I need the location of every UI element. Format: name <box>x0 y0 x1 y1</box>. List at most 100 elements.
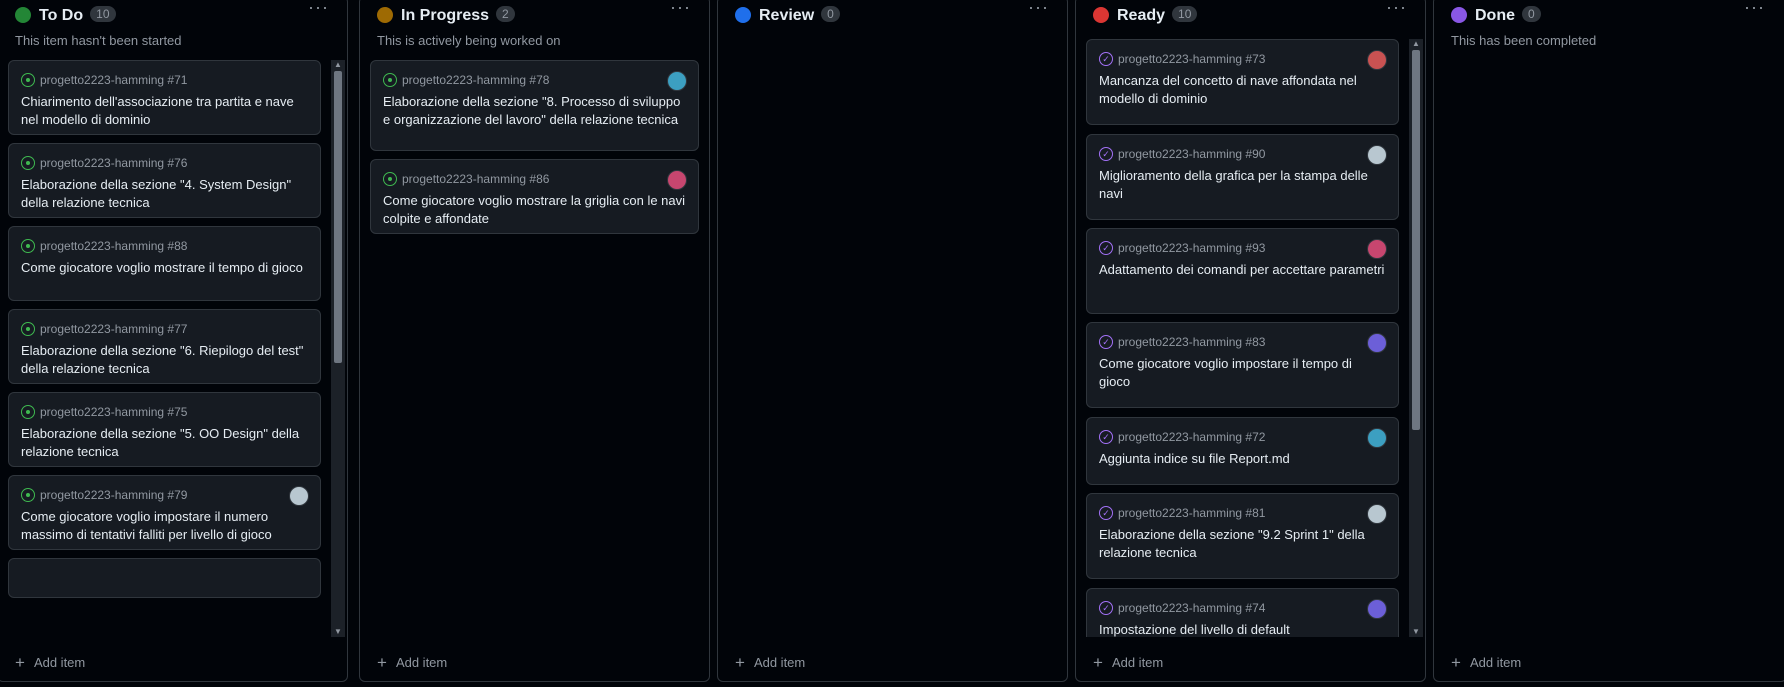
column-review: Review 0 ··· + Add item <box>717 0 1068 682</box>
issue-card[interactable]: progetto2223-hamming #86 Come giocatore … <box>370 159 699 234</box>
issue-title: Mancanza del concetto di nave affondata … <box>1099 73 1357 106</box>
column-in-progress: In Progress 2 ··· This is actively being … <box>359 0 710 682</box>
issue-card[interactable]: progetto2223-hamming #71 Chiarimento del… <box>8 60 321 135</box>
issue-title: Come giocatore voglio impostare il tempo… <box>1099 356 1352 389</box>
scroll-up-icon[interactable]: ▲ <box>1409 39 1423 49</box>
item-count-badge: 2 <box>496 6 515 22</box>
scroll-down-icon[interactable]: ▼ <box>1409 627 1423 637</box>
scroll-down-icon[interactable]: ▼ <box>331 627 345 637</box>
status-dot-icon <box>15 7 31 23</box>
issue-card[interactable]: progetto2223-hamming #77 Elaborazione de… <box>8 309 321 384</box>
card-list: ✓ progetto2223-hamming #73 Mancanza del c… <box>1086 39 1399 637</box>
item-count-badge: 10 <box>1172 6 1198 22</box>
plus-icon: + <box>377 652 387 672</box>
add-item-button[interactable]: + Add item <box>15 651 85 673</box>
issue-card[interactable]: progetto2223-hamming #76 Elaborazione de… <box>8 143 321 218</box>
assignee-avatar[interactable] <box>1367 428 1387 448</box>
card-list: progetto2223-hamming #71 Chiarimento del… <box>8 60 321 637</box>
open-issue-icon <box>21 239 35 253</box>
issue-card[interactable]: ✓ progetto2223-hamming #83 Come giocatore… <box>1086 322 1399 408</box>
column-menu-icon[interactable]: ··· <box>1386 0 1407 18</box>
column-title: Review 0 <box>759 6 840 25</box>
project-board: To Do 10 ··· This item hasn't been starte… <box>0 0 1784 687</box>
plus-icon: + <box>15 652 25 672</box>
issue-ref: progetto2223-hamming #76 <box>40 156 188 170</box>
issue-card[interactable]: ✓ progetto2223-hamming #72 Aggiunta indic… <box>1086 417 1399 485</box>
status-dot-icon <box>377 7 393 23</box>
column-menu-icon[interactable]: ··· <box>1744 0 1765 18</box>
add-item-button[interactable]: + Add item <box>1451 651 1521 673</box>
assignee-avatar[interactable] <box>1367 333 1387 353</box>
issue-ref: progetto2223-hamming #83 <box>1118 335 1266 349</box>
plus-icon: + <box>1451 652 1461 672</box>
issue-card[interactable]: progetto2223-hamming #79 Come giocatore … <box>8 475 321 550</box>
assignee-avatar[interactable] <box>1367 239 1387 259</box>
issue-ref: progetto2223-hamming #88 <box>40 239 188 253</box>
issue-card[interactable]: progetto2223-hamming #78 Elaborazione de… <box>370 60 699 151</box>
issue-card[interactable]: ✓ progetto2223-hamming #93 Adattamento de… <box>1086 228 1399 314</box>
plus-icon: + <box>735 652 745 672</box>
column-header: In Progress 2 ··· This is actively being … <box>360 0 709 57</box>
assignee-avatar[interactable] <box>1367 145 1387 165</box>
completed-issue-icon: ✓ <box>1099 147 1113 161</box>
item-count-badge: 0 <box>821 6 840 22</box>
add-item-button[interactable]: + Add item <box>735 651 805 673</box>
column-todo: To Do 10 ··· This item hasn't been starte… <box>0 0 348 682</box>
issue-ref: progetto2223-hamming #75 <box>40 405 188 419</box>
add-item-label: Add item <box>1469 654 1522 670</box>
issue-card[interactable]: progetto2223-hamming #75 Elaborazione de… <box>8 392 321 467</box>
issue-card[interactable]: ✓ progetto2223-hamming #90 Miglioramento … <box>1086 134 1399 220</box>
issue-title: Elaborazione della sezione "9.2 Sprint 1… <box>1099 527 1365 560</box>
column-done: Done 0 ··· This has been completed + Add i… <box>1433 0 1784 682</box>
assignee-avatar[interactable] <box>1367 504 1387 524</box>
issue-title: Come giocatore voglio mostrare la grigli… <box>383 193 686 226</box>
column-menu-icon[interactable]: ··· <box>670 0 691 18</box>
open-issue-icon <box>383 172 397 186</box>
issue-title: Elaborazione della sezione "4. System De… <box>21 177 292 210</box>
issue-card[interactable]: ✓ progetto2223-hamming #74 Impostazione d… <box>1086 588 1399 637</box>
add-item-button[interactable]: + Add item <box>1093 651 1163 673</box>
scroll-thumb[interactable] <box>1412 50 1420 430</box>
assignee-avatar[interactable] <box>1367 50 1387 70</box>
column-header: Done 0 ··· This has been completed <box>1434 0 1784 57</box>
column-menu-icon[interactable]: ··· <box>1028 0 1049 18</box>
assignee-avatar[interactable] <box>289 486 309 506</box>
completed-issue-icon: ✓ <box>1099 601 1113 615</box>
plus-icon: + <box>1093 652 1103 672</box>
open-issue-icon <box>21 488 35 502</box>
status-dot-icon <box>735 7 751 23</box>
assignee-avatar[interactable] <box>667 170 687 190</box>
column-menu-icon[interactable]: ··· <box>308 0 329 18</box>
completed-issue-icon: ✓ <box>1099 335 1113 349</box>
column-title: Done 0 <box>1475 6 1541 25</box>
open-issue-icon <box>21 405 35 419</box>
scrollbar[interactable]: ▲ ▼ <box>331 60 345 637</box>
issue-card[interactable]: progetto2223-hamming #88 Come giocatore … <box>8 226 321 301</box>
column-title: To Do 10 <box>39 6 116 25</box>
scrollbar[interactable]: ▲ ▼ <box>1409 39 1423 637</box>
issue-ref: progetto2223-hamming #77 <box>40 322 188 336</box>
issue-ref: progetto2223-hamming #90 <box>1118 147 1266 161</box>
add-item-button[interactable]: + Add item <box>377 651 447 673</box>
issue-ref: progetto2223-hamming #72 <box>1118 430 1266 444</box>
scroll-up-icon[interactable]: ▲ <box>331 60 345 70</box>
issue-card[interactable]: ✓ progetto2223-hamming #73 Mancanza del c… <box>1086 39 1399 125</box>
column-title: Ready 10 <box>1117 6 1198 25</box>
issue-card[interactable] <box>8 558 321 598</box>
item-count-badge: 10 <box>90 6 116 22</box>
assignee-avatar[interactable] <box>1367 599 1387 619</box>
column-description: This item hasn't been started <box>15 33 182 48</box>
issue-ref: progetto2223-hamming #78 <box>402 73 550 87</box>
add-item-label: Add item <box>33 654 86 670</box>
issue-title: Come giocatore voglio impostare il numer… <box>21 509 272 542</box>
assignee-avatar[interactable] <box>667 71 687 91</box>
issue-card[interactable]: ✓ progetto2223-hamming #81 Elaborazione d… <box>1086 493 1399 579</box>
issue-ref: progetto2223-hamming #73 <box>1118 52 1266 66</box>
issue-title: Chiarimento dell'associazione tra partit… <box>21 94 294 127</box>
scroll-thumb[interactable] <box>334 71 342 363</box>
open-issue-icon <box>21 73 35 87</box>
status-dot-icon <box>1093 7 1109 23</box>
issue-ref: progetto2223-hamming #74 <box>1118 601 1266 615</box>
column-title: In Progress 2 <box>401 6 515 25</box>
issue-title: Come giocatore voglio mostrare il tempo … <box>21 260 303 275</box>
